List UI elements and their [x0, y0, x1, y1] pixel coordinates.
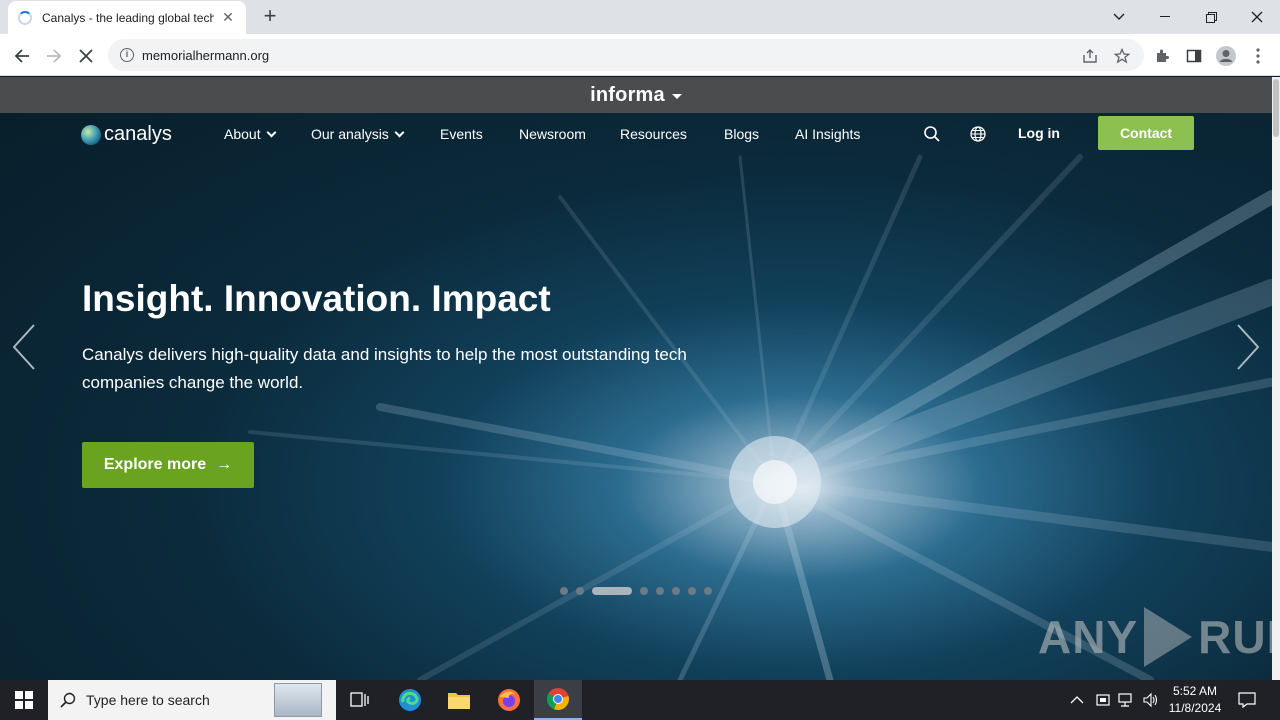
search-icon[interactable] [923, 125, 941, 143]
login-link[interactable]: Log in [1018, 125, 1060, 141]
bookmark-star-icon[interactable] [1108, 42, 1136, 70]
carousel-next-arrow-icon[interactable] [1234, 323, 1262, 371]
chrome-taskbar-icon[interactable] [534, 680, 582, 720]
network-icon[interactable] [1118, 680, 1136, 720]
carousel-dot-active[interactable] [592, 587, 632, 595]
file-explorer-icon[interactable] [435, 680, 483, 720]
watermark-text-right: RUN [1198, 611, 1272, 663]
profile-avatar-icon[interactable] [1212, 42, 1240, 70]
carousel-dots [560, 587, 720, 595]
clock-time: 5:52 AM [1172, 684, 1218, 698]
tab-search-icon[interactable] [1096, 0, 1142, 34]
informa-bar[interactable]: informa [0, 77, 1272, 113]
tab-strip: Canalys - the leading global tech ✕ + [0, 0, 1280, 34]
browser-menu-icon[interactable] [1244, 42, 1272, 70]
search-icon [60, 692, 76, 708]
restore-button[interactable] [1188, 0, 1234, 34]
chevron-down-icon [394, 127, 405, 137]
edge-browser-icon[interactable] [386, 680, 434, 720]
carousel-dot[interactable] [560, 587, 568, 595]
nav-item-about[interactable]: About [224, 126, 277, 142]
notifications-icon[interactable] [1238, 680, 1256, 720]
back-button[interactable] [8, 42, 36, 70]
carousel-dot[interactable] [672, 587, 680, 595]
loading-spinner-icon [18, 10, 32, 25]
browser-tab[interactable]: Canalys - the leading global tech ✕ [8, 1, 246, 34]
nav-item-newsroom[interactable]: Newsroom [519, 126, 586, 142]
search-highlight-image [274, 683, 322, 717]
new-tab-button[interactable]: + [258, 5, 282, 29]
hero-title: Insight. Innovation. Impact [82, 278, 551, 319]
web-page: informa canalys About Our analysis Event… [0, 77, 1272, 680]
carousel-dot[interactable] [576, 587, 584, 595]
system-clock[interactable]: 5:52 AM 11/8/2024 [1164, 683, 1226, 717]
watermark-text-left: ANY [1038, 611, 1139, 663]
explore-more-button[interactable]: Explore more → [82, 442, 254, 488]
carousel-dot[interactable] [688, 587, 696, 595]
meet-now-icon[interactable] [1095, 680, 1111, 720]
anyrun-watermark: ANY RUN [1038, 607, 1272, 667]
carousel-dot[interactable] [656, 587, 664, 595]
nav-item-label: About [224, 126, 261, 142]
explore-more-label: Explore more [103, 456, 207, 473]
nav-item-events[interactable]: Events [440, 126, 483, 142]
globe-logo-icon [81, 124, 101, 145]
arrow-right-icon: → [216, 456, 233, 473]
play-logo-icon [1144, 607, 1193, 667]
page-scrollbar[interactable] [1272, 77, 1280, 680]
chevron-down-icon [266, 127, 277, 137]
clock-date: 11/8/2024 [1168, 701, 1222, 715]
nav-item-ai-insights[interactable]: AI Insights [795, 126, 860, 142]
logo-text: canalys [104, 123, 172, 145]
carousel-dot[interactable] [640, 587, 648, 595]
side-panel-icon[interactable] [1180, 42, 1208, 70]
hero-subtitle: Canalys delivers high-quality data and i… [82, 345, 687, 392]
url-text: memorialhermann.org [142, 47, 270, 63]
minimize-button[interactable] [1142, 0, 1188, 34]
nav-item-our-analysis[interactable]: Our analysis [311, 126, 405, 142]
share-icon[interactable] [1076, 42, 1104, 70]
forward-button[interactable] [40, 42, 68, 70]
canalys-logo[interactable]: canalys [81, 123, 172, 146]
task-view-icon[interactable] [336, 680, 384, 720]
tab-close-icon[interactable]: ✕ [220, 9, 236, 26]
nav-item-label: Our analysis [311, 126, 389, 142]
informa-label: informa [590, 83, 665, 106]
browser-toolbar: i memorialhermann.org [0, 34, 1280, 76]
windows-start-button[interactable] [0, 680, 48, 720]
tray-overflow-chevron-icon[interactable] [1070, 680, 1084, 720]
nav-item-blogs[interactable]: Blogs [724, 126, 759, 142]
language-globe-icon[interactable] [969, 125, 987, 143]
carousel-prev-arrow-icon[interactable] [10, 323, 38, 371]
informa-caret-icon [671, 94, 682, 99]
extensions-icon[interactable] [1148, 42, 1176, 70]
taskbar-search-box[interactable]: Type here to search [48, 680, 336, 720]
contact-button[interactable]: Contact [1098, 116, 1194, 150]
scrollbar-thumb[interactable] [1273, 79, 1279, 137]
tab-title: Canalys - the leading global tech [42, 10, 214, 25]
carousel-dot[interactable] [704, 587, 712, 595]
main-nav: canalys About Our analysis Events Newsro… [0, 113, 1272, 153]
volume-icon[interactable] [1142, 680, 1160, 720]
close-window-button[interactable] [1234, 0, 1280, 34]
search-placeholder: Type here to search [86, 692, 210, 708]
firefox-icon[interactable] [485, 680, 533, 720]
taskbar: Type here to search 5:52 AM 11/8/2024 [0, 680, 1280, 720]
address-bar[interactable]: i memorialhermann.org [108, 39, 1144, 71]
stop-loading-button[interactable] [72, 42, 100, 70]
nav-item-resources[interactable]: Resources [620, 126, 687, 142]
site-info-icon[interactable]: i [120, 48, 134, 62]
